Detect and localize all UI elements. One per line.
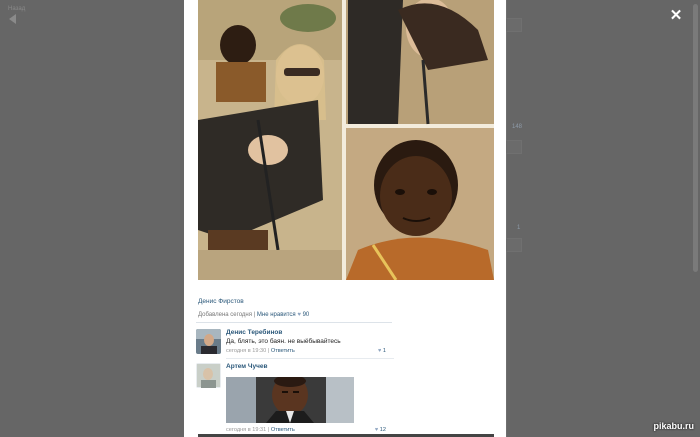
comment: Артем Чучев сегодня в 19:31 | Ответить ♥… (196, 363, 392, 437)
separator: | (267, 348, 270, 354)
like-button[interactable]: Мне нравится (257, 312, 296, 318)
photo-meta: Добавлена сегодня | Мне нравится ♥ 90 (198, 312, 309, 318)
photo-collage (198, 0, 494, 280)
comment-author-link[interactable]: Денис Теребинов (226, 329, 282, 336)
comment-time[interactable]: сегодня в 19:31 (226, 427, 266, 433)
back-link[interactable]: Назад (8, 6, 25, 12)
comment-text: Да, блять, это баян. не выёбывайтесь (226, 338, 341, 345)
separator: | (253, 312, 256, 318)
close-icon[interactable]: ✕ (668, 8, 684, 24)
reply-button[interactable]: Ответить (271, 427, 295, 433)
comment: Денис Теребинов Да, блять, это баян. не … (196, 329, 394, 359)
like-count[interactable]: 90 (303, 312, 310, 318)
reply-button[interactable]: Ответить (271, 348, 295, 354)
background-count: 148 (512, 124, 523, 130)
back-arrow-icon[interactable] (9, 14, 16, 24)
background-count: 1 (517, 225, 521, 231)
heart-icon[interactable]: ♥ (297, 312, 301, 318)
comment-likes[interactable]: ♥ 12 (375, 427, 386, 433)
heart-icon[interactable]: ♥ (378, 348, 381, 354)
added-label: Добавлена сегодня (198, 312, 252, 318)
comment-image[interactable] (226, 377, 354, 423)
comment-time[interactable]: сегодня в 19:30 (226, 348, 266, 354)
avatar-image (196, 363, 221, 388)
comment-footer: сегодня в 19:30 | Ответить (226, 348, 295, 354)
comment-like-count: 12 (379, 427, 386, 433)
avatar[interactable] (196, 329, 221, 354)
avatar-image (196, 329, 221, 354)
photo[interactable] (198, 0, 494, 280)
photo-author-link[interactable]: Денис Фирстов (198, 298, 244, 305)
comment-author-link[interactable]: Артем Чучев (226, 363, 267, 370)
comment-photo (226, 377, 354, 423)
photo-viewer-modal: Денис Фирстов Добавлена сегодня | Мне нр… (184, 0, 506, 437)
scrollbar[interactable] (693, 4, 698, 272)
comment-like-count: 1 (382, 348, 386, 354)
background-divider (506, 0, 507, 437)
comment-separator (226, 358, 394, 359)
avatar[interactable] (196, 363, 221, 388)
heart-icon[interactable]: ♥ (375, 427, 378, 433)
separator: | (267, 427, 270, 433)
comment-likes[interactable]: ♥ 1 (378, 348, 386, 354)
watermark: pikabu.ru (653, 421, 694, 431)
divider (196, 322, 392, 323)
comment-footer: сегодня в 19:31 | Ответить (226, 427, 295, 433)
